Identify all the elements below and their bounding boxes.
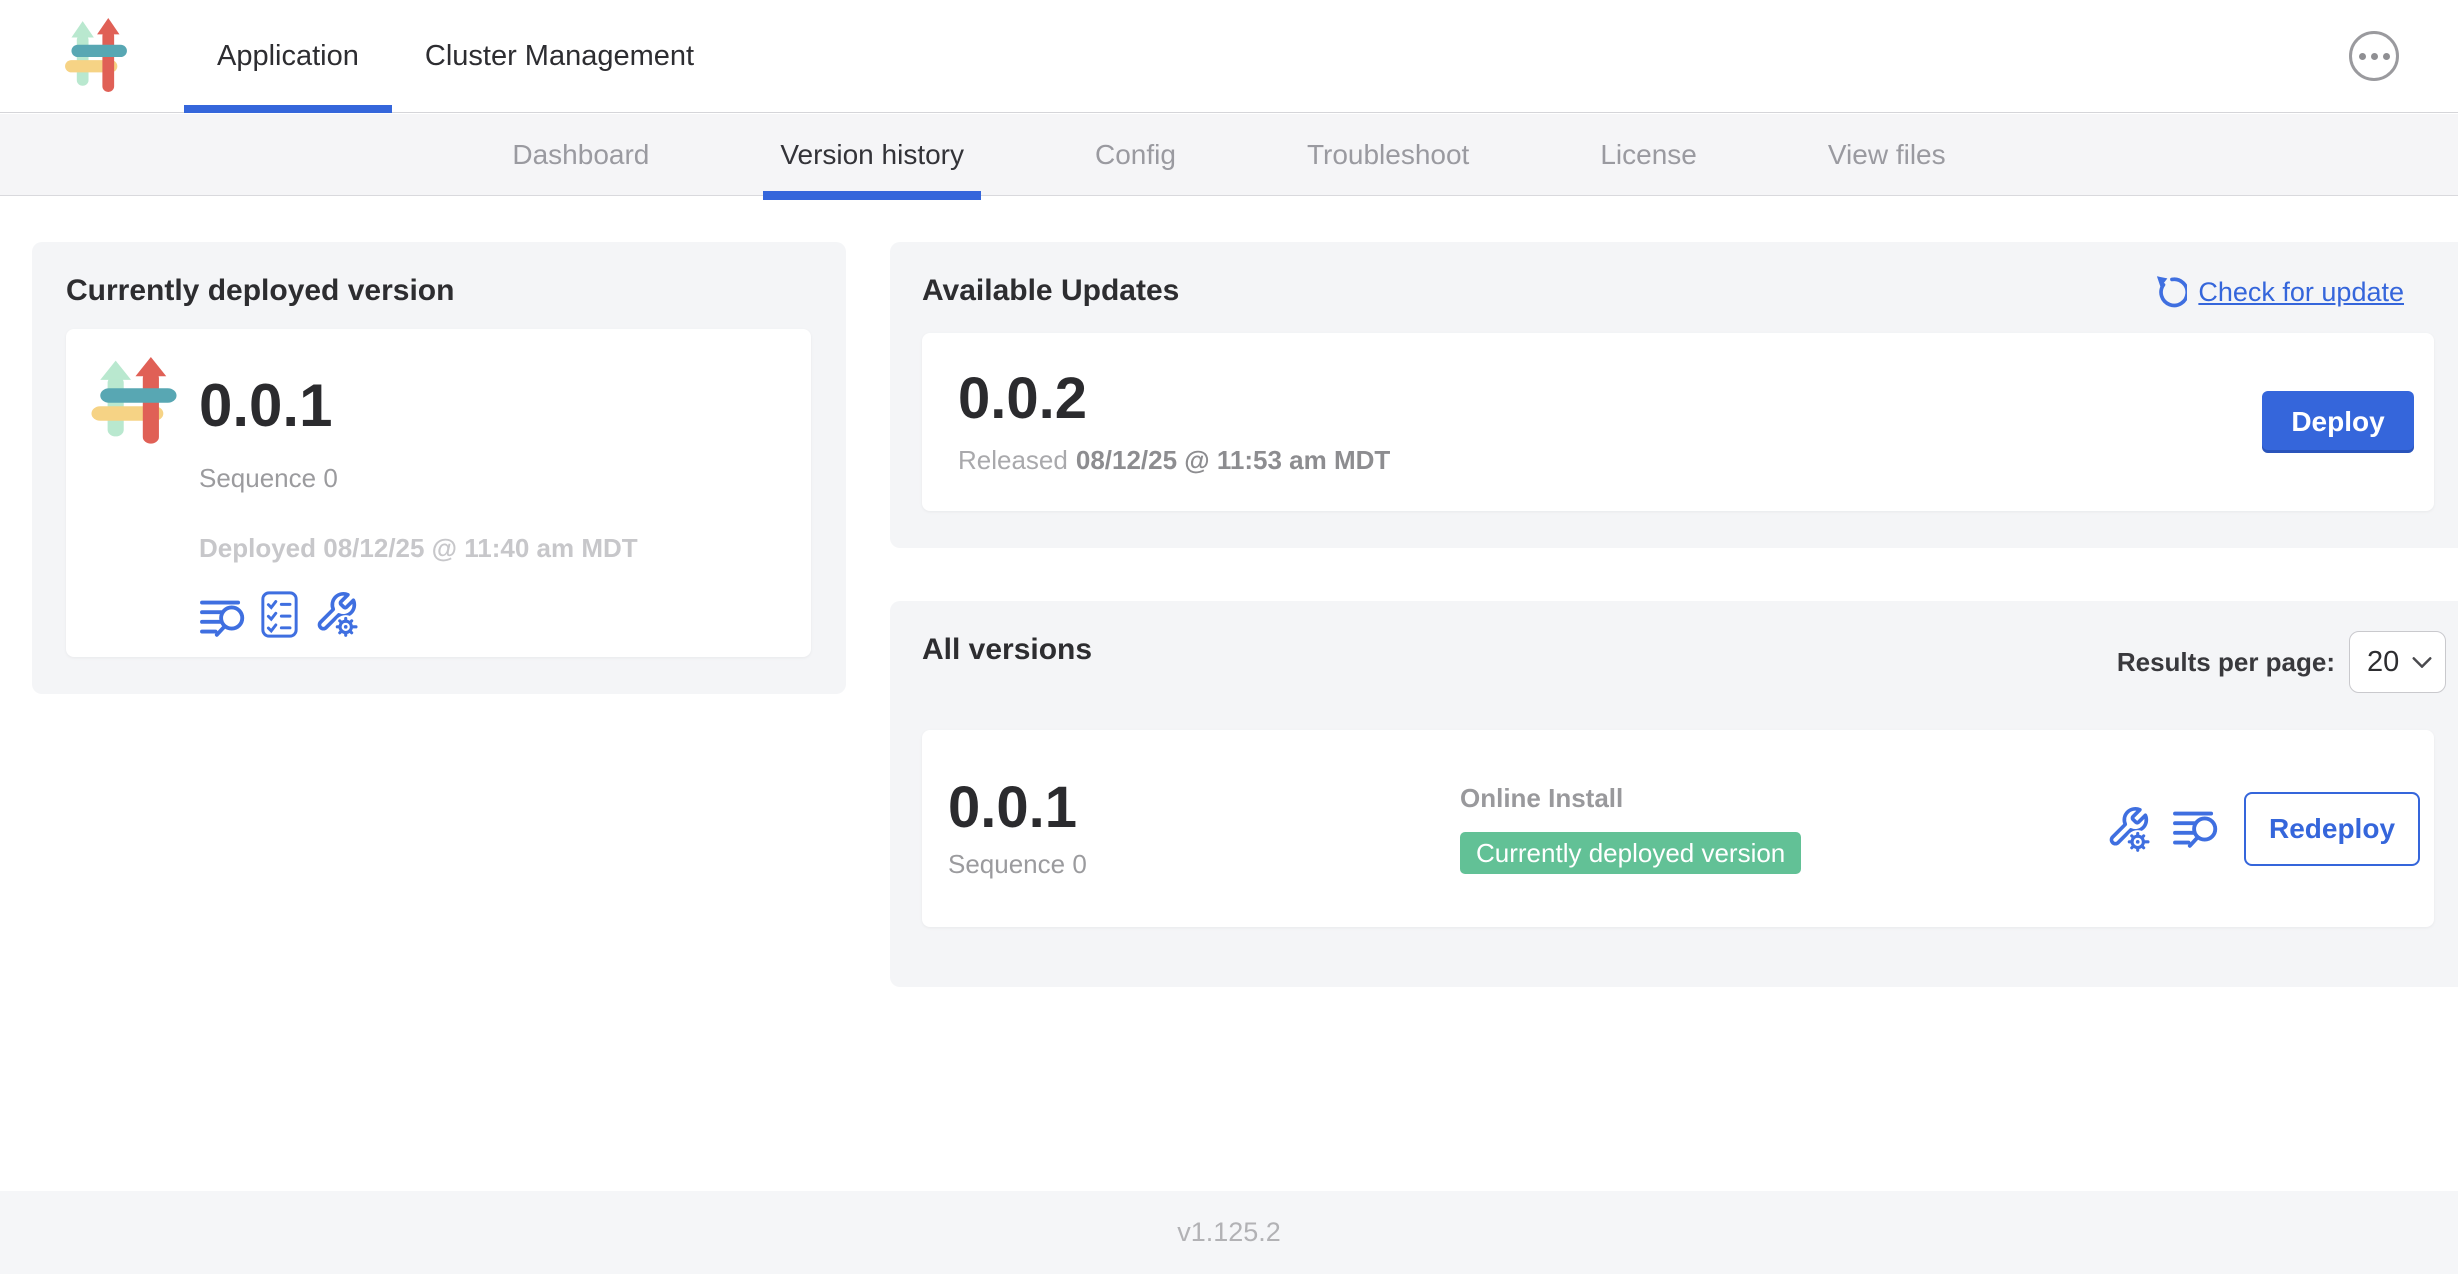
edit-config-icon xyxy=(314,590,358,638)
subnav-tab-dashboard[interactable]: Dashboard xyxy=(495,114,666,195)
subnav-tab-troubleshoot[interactable]: Troubleshoot xyxy=(1290,114,1486,195)
redeploy-button[interactable]: Redeploy xyxy=(2244,792,2420,866)
app-logo-icon xyxy=(90,357,178,446)
app-logo xyxy=(64,18,128,94)
row-version-number: 0.0.1 xyxy=(948,778,1460,838)
version-row-status: Online Install Currently deployed versio… xyxy=(1460,784,2106,874)
version-row-info: 0.0.1 Sequence 0 xyxy=(948,778,1460,880)
released-prefix: Released xyxy=(958,445,1068,475)
currently-deployed-card: Currently deployed version 0.0.1 Sequenc… xyxy=(32,242,846,694)
tab-cluster-management-label: Cluster Management xyxy=(425,40,694,73)
console-footer: v1.125.2 xyxy=(0,1191,2458,1274)
header-tabs: Application Cluster Management xyxy=(184,0,727,112)
tab-cluster-management[interactable]: Cluster Management xyxy=(392,0,727,112)
chevron-down-icon xyxy=(2412,657,2432,668)
update-info: 0.0.2 Released 08/12/25 @ 11:53 am MDT xyxy=(958,368,2262,476)
deployed-version-info: 0.0.1 Sequence 0 Deployed 08/12/25 @ 11:… xyxy=(199,356,638,657)
tab-application[interactable]: Application xyxy=(184,0,392,112)
preflight-checks-button[interactable] xyxy=(261,591,298,638)
currently-deployed-title: Currently deployed version xyxy=(66,275,811,307)
main-content: Currently deployed version 0.0.1 Sequenc… xyxy=(0,197,2458,1191)
update-released-line: Released 08/12/25 @ 11:53 am MDT xyxy=(958,444,2262,476)
subnav-tab-view-files[interactable]: View files xyxy=(1811,114,1963,195)
release-diff-icon xyxy=(2172,809,2218,849)
results-per-page-label: Results per page: xyxy=(2117,647,2335,678)
results-per-page-select[interactable]: 20 xyxy=(2349,631,2446,693)
tab-application-label: Application xyxy=(217,40,359,73)
all-versions-title: All versions xyxy=(922,634,1092,666)
edit-config-button[interactable] xyxy=(314,590,358,638)
deployed-actions xyxy=(199,590,638,638)
available-updates-title: Available Updates xyxy=(922,275,1179,307)
all-versions-card: All versions Results per page: 20 0.0.1 … xyxy=(890,601,2458,987)
version-row-actions: Redeploy xyxy=(2106,792,2420,866)
app-subnav: Dashboard Version history Config Trouble… xyxy=(0,114,2458,196)
edit-config-icon xyxy=(2106,805,2150,853)
status-badge: Currently deployed version xyxy=(1460,832,1801,874)
row-sequence: Sequence 0 xyxy=(948,848,1460,880)
results-per-page-value: 20 xyxy=(2367,646,2399,679)
subnav-tab-config[interactable]: Config xyxy=(1078,114,1193,195)
subnav-tab-version-history[interactable]: Version history xyxy=(763,114,981,195)
overflow-menu-button[interactable] xyxy=(2349,31,2399,81)
ellipsis-icon xyxy=(2359,53,2366,60)
available-update-row: 0.0.2 Released 08/12/25 @ 11:53 am MDT De… xyxy=(922,333,2434,511)
console-version: v1.125.2 xyxy=(1177,1217,1281,1248)
app-header: Application Cluster Management xyxy=(0,0,2458,113)
release-diff-button[interactable] xyxy=(199,598,245,638)
release-diff-icon xyxy=(199,598,245,638)
deployed-timestamp: Deployed 08/12/25 @ 11:40 am MDT xyxy=(199,532,638,564)
update-version-number: 0.0.2 xyxy=(958,368,2262,430)
right-column: Available Updates Check for update 0.0.2… xyxy=(890,242,2458,987)
available-updates-card: Available Updates Check for update 0.0.2… xyxy=(890,242,2458,548)
check-for-update-label: Check for update xyxy=(2198,277,2404,308)
release-diff-button[interactable] xyxy=(2172,809,2218,849)
released-timestamp: 08/12/25 @ 11:53 am MDT xyxy=(1076,445,1390,475)
currently-deployed-version-panel: 0.0.1 Sequence 0 Deployed 08/12/25 @ 11:… xyxy=(66,329,811,657)
subnav-tab-license[interactable]: License xyxy=(1583,114,1714,195)
edit-config-button[interactable] xyxy=(2106,805,2150,853)
preflight-checks-icon xyxy=(261,591,298,638)
refresh-icon xyxy=(2153,275,2187,309)
deployed-version-number: 0.0.1 xyxy=(199,374,638,438)
deploy-button[interactable]: Deploy xyxy=(2262,391,2414,453)
version-row: 0.0.1 Sequence 0 Online Install Currentl… xyxy=(922,730,2434,927)
install-type: Online Install xyxy=(1460,784,2106,812)
check-for-update-link[interactable]: Check for update xyxy=(2153,275,2404,309)
results-per-page: Results per page: 20 xyxy=(2117,631,2446,693)
app-logo-icon xyxy=(64,18,128,94)
deployed-sequence: Sequence 0 xyxy=(199,462,638,494)
